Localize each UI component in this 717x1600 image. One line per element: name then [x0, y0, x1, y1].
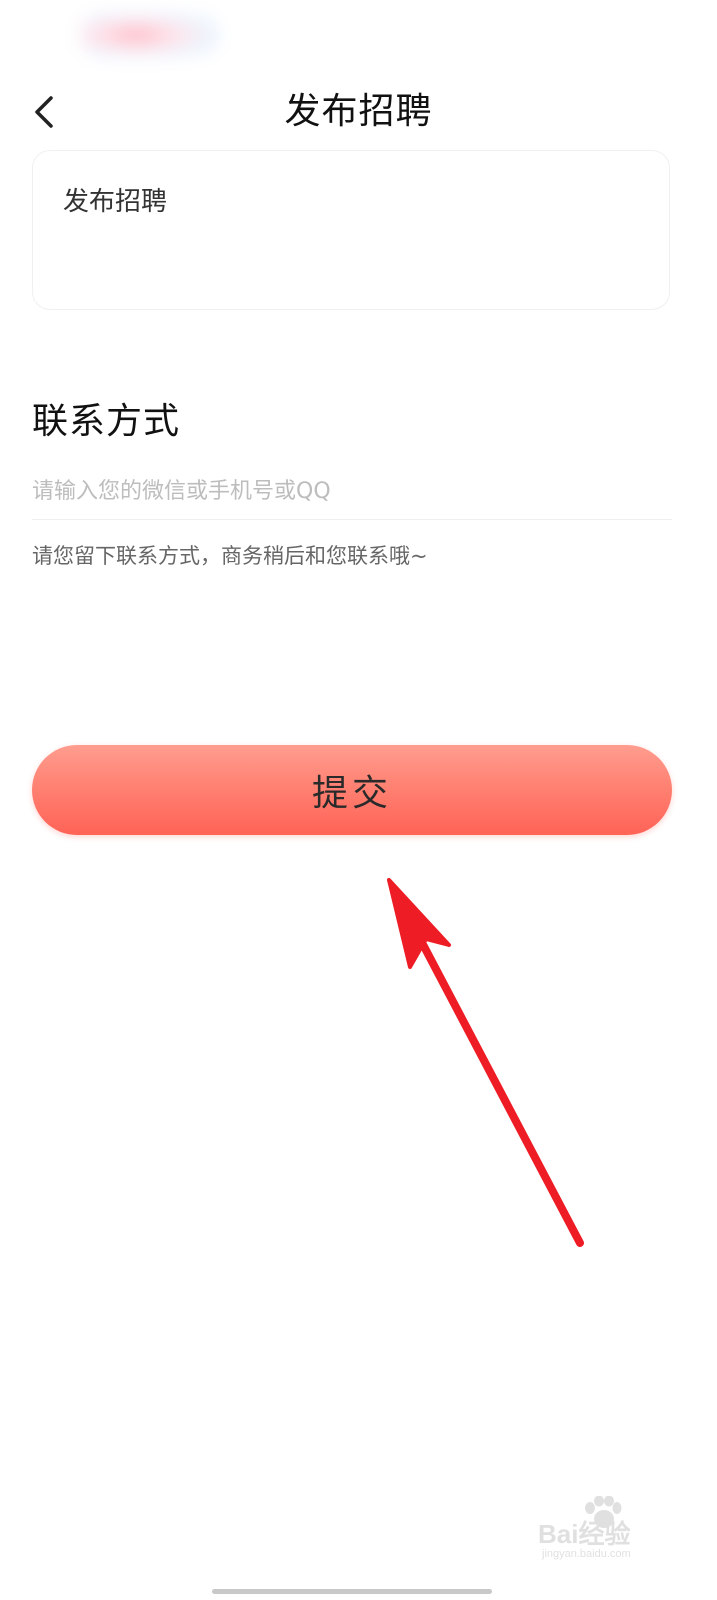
submit-button[interactable]: 提交: [32, 745, 672, 835]
back-button[interactable]: [22, 84, 66, 140]
page-title: 发布招聘: [284, 91, 433, 132]
job-description-card[interactable]: 发布招聘: [32, 150, 670, 310]
watermark-logo: Bai经验 jingyan.baidu.com: [538, 1496, 698, 1566]
nav-header: 发布招聘: [0, 80, 717, 144]
contact-input[interactable]: [32, 466, 672, 516]
home-indicator[interactable]: [212, 1589, 492, 1594]
submit-button-label: 提交: [311, 773, 392, 814]
watermark-text: Bai经验: [538, 1519, 631, 1549]
contact-hint: 请您留下联系方式，商务稍后和您联系哦~: [32, 544, 428, 568]
watermark-subtext: jingyan.baidu.com: [542, 1548, 631, 1560]
contact-section-title: 联系方式: [32, 401, 181, 442]
job-description-text: 发布招聘: [63, 187, 168, 217]
status-bar-blur: [80, 12, 220, 58]
arrow-shaft: [414, 931, 584, 1247]
arrow-head: [387, 878, 451, 969]
input-divider: [32, 519, 672, 520]
chevron-left-icon: [35, 96, 53, 128]
